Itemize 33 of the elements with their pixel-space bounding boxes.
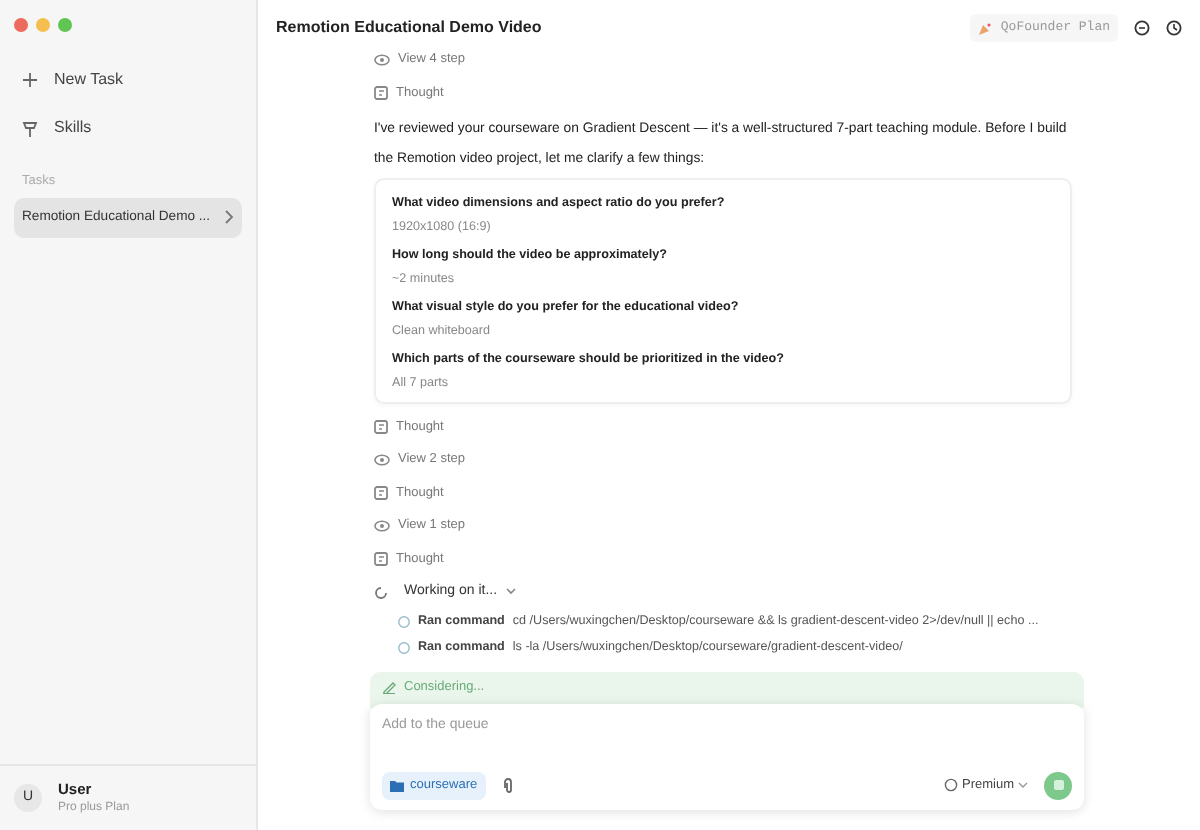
thought-icon bbox=[374, 486, 388, 501]
thought-icon bbox=[374, 552, 388, 567]
folder-icon bbox=[390, 779, 404, 792]
pencil-icon bbox=[382, 680, 396, 695]
chevron-down-icon bbox=[505, 588, 516, 596]
plus-icon bbox=[22, 72, 38, 88]
minimize-dot[interactable] bbox=[36, 18, 50, 32]
eye-icon bbox=[374, 520, 390, 533]
stop-icon bbox=[1053, 780, 1063, 791]
stop-button[interactable] bbox=[1044, 771, 1072, 800]
eye-icon bbox=[374, 454, 390, 467]
chevron-down-icon bbox=[1018, 781, 1028, 790]
check-circle-icon bbox=[398, 615, 410, 627]
spinner-icon bbox=[374, 585, 388, 599]
check-circle-icon bbox=[398, 641, 410, 653]
thought-icon bbox=[374, 420, 388, 435]
window-title: Remotion Educational Demo Video bbox=[276, 16, 542, 40]
circle-icon bbox=[943, 778, 958, 793]
chat-icon bbox=[1134, 20, 1150, 36]
eye-icon bbox=[374, 54, 390, 67]
clock-icon bbox=[1166, 20, 1182, 36]
paperclip-icon bbox=[501, 777, 514, 794]
chevron-right-icon bbox=[224, 210, 234, 225]
skills-button[interactable]: Skills bbox=[0, 108, 256, 148]
close-dot[interactable] bbox=[14, 18, 28, 32]
zoom-dot[interactable] bbox=[58, 18, 72, 32]
attach-button[interactable] bbox=[501, 777, 514, 794]
chat-button[interactable] bbox=[1134, 20, 1150, 36]
party-icon bbox=[978, 21, 993, 35]
thought-icon bbox=[374, 86, 388, 101]
new-task-button[interactable]: New Task bbox=[0, 60, 256, 100]
pin-icon bbox=[22, 119, 38, 137]
history-button[interactable] bbox=[1166, 20, 1182, 36]
